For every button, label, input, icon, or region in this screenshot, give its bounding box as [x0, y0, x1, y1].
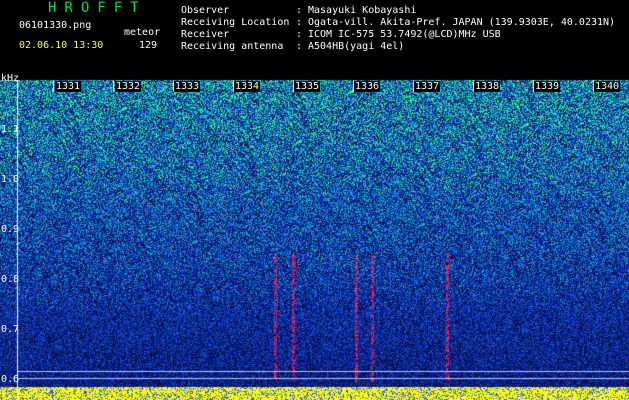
receiver-label: Receiver	[181, 29, 230, 40]
app-title: HROFFT	[48, 0, 147, 16]
frequency-tick-label: 0.8	[1, 274, 20, 285]
time-marker-label: 1340	[594, 81, 621, 92]
colon-separator: :	[296, 41, 303, 52]
observer-label: Observer	[181, 5, 230, 16]
receiver-value: ICOM IC-575 53.7492(@LCD)MHz USB	[308, 29, 501, 40]
antenna-value: A504HB(yagi 4el)	[308, 41, 405, 52]
header-panel: HROFFT 06101330.png meteor 02.06.10 13:3…	[0, 0, 629, 62]
colon-separator: :	[296, 5, 303, 16]
time-marker-label: 1331	[55, 81, 82, 92]
frequency-tick-label: 1.0	[1, 174, 20, 185]
frequency-unit-label: kHz	[1, 73, 20, 84]
frequency-tick-label: 0.6	[1, 374, 20, 385]
antenna-label: Receiving antenna	[181, 41, 284, 52]
time-marker-label: 1332	[115, 81, 142, 92]
colon-separator: :	[296, 29, 303, 40]
observer-value: Masayuki Kobayashi	[308, 5, 417, 16]
datetime-label: 02.06.10 13:30	[19, 40, 104, 51]
count-label: 129	[139, 40, 158, 51]
location-label: Receiving Location	[181, 17, 290, 28]
time-marker-label: 1338	[474, 81, 501, 92]
mode-label: meteor	[124, 27, 161, 38]
time-marker-label: 1339	[534, 81, 561, 92]
filename-label: 06101330.png	[19, 20, 92, 31]
colon-separator: :	[296, 17, 303, 28]
time-marker-label: 1335	[294, 81, 321, 92]
frequency-tick-label: 0.7	[1, 324, 20, 335]
time-marker-label: 1333	[174, 81, 201, 92]
time-marker-label: 1337	[414, 81, 441, 92]
time-marker-label: 1336	[354, 81, 381, 92]
location-value: Ogata-vill. Akita-Pref. JAPAN (139.9303E…	[308, 17, 616, 28]
frequency-tick-label: 0.9	[1, 224, 20, 235]
frequency-tick-label: 1.1	[1, 124, 20, 135]
spectrogram-canvas	[0, 62, 629, 400]
time-marker-label: 1334	[234, 81, 261, 92]
